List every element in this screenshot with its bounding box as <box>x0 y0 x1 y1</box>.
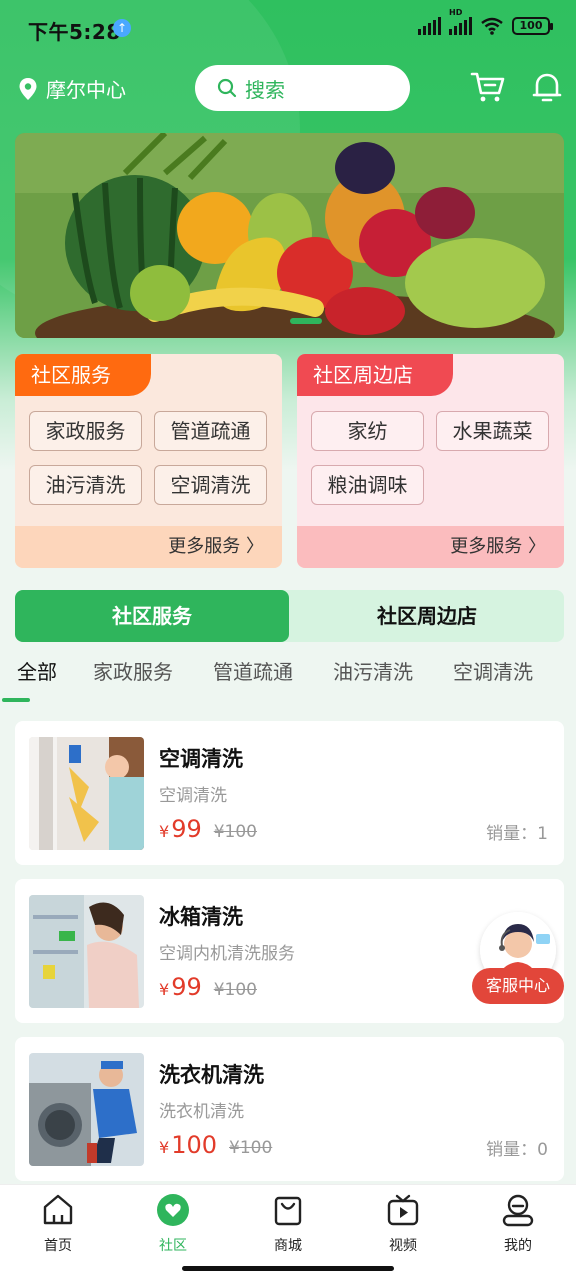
price-value: 99 <box>171 815 202 843</box>
battery-level: 100 <box>519 19 543 32</box>
category-tabs: 全部 家政服务 管道疏通 油污清洗 空调清洗 <box>0 656 576 704</box>
nearby-shops-card: 社区周边店 家纺 水果蔬菜 粮油调味 更多服务 〉 <box>297 354 564 568</box>
item-price: ¥100 ¥100 <box>159 1131 272 1159</box>
original-price: ¥100 <box>213 822 257 842</box>
profile-icon <box>502 1194 534 1227</box>
item-subtitle: 洗衣机清洗 <box>159 1102 244 1122</box>
chip-fruits-vegetables[interactable]: 水果蔬菜 <box>436 411 549 451</box>
more-services-link[interactable]: 更多服务 〉 <box>15 526 282 568</box>
upload-arrow-icon: ↑ <box>113 19 131 37</box>
chip-pipe-dredging[interactable]: 管道疏通 <box>154 411 267 451</box>
price-value: 99 <box>171 973 202 1001</box>
item-title: 洗衣机清洗 <box>159 1063 264 1087</box>
sales-count: 销量：1 <box>486 824 548 844</box>
fruit-basket-image <box>15 133 564 338</box>
tab-mall[interactable]: 商城 <box>248 1193 328 1255</box>
top-bar: 摩尔中心 搜索 <box>0 64 576 112</box>
cart-icon[interactable] <box>470 70 506 104</box>
original-price: ¥100 <box>213 980 257 1000</box>
tab-community-service[interactable]: 社区服务 <box>15 590 289 642</box>
status-bar: 下午5:28 ↑ HD 100 <box>0 0 576 56</box>
item-subtitle: 空调清洗 <box>159 786 227 806</box>
price-value: 100 <box>171 1131 217 1159</box>
chip-ac-cleaning[interactable]: 空调清洗 <box>154 465 267 505</box>
item-price: ¥99 ¥100 <box>159 973 257 1001</box>
network-type-label: HD <box>449 8 463 17</box>
list-item[interactable]: 洗衣机清洗 洗衣机清洗 ¥100 ¥100 销量：0 <box>15 1037 564 1181</box>
tab-video[interactable]: 视频 <box>363 1193 443 1255</box>
currency-symbol: ¥ <box>159 822 170 841</box>
customer-service-button[interactable]: 客服中心 <box>472 912 564 1004</box>
item-subtitle: 空调内机清洗服务 <box>159 944 295 964</box>
category-grease-cleaning[interactable]: 油污清洗 <box>333 656 413 685</box>
signal-icon <box>418 17 441 35</box>
location-selector[interactable]: 摩尔中心 <box>18 74 126 103</box>
search-icon <box>217 78 237 98</box>
original-price: ¥100 <box>229 1138 273 1158</box>
customer-service-label: 客服中心 <box>472 968 564 1004</box>
wifi-icon <box>481 17 503 35</box>
item-image <box>29 1053 144 1166</box>
category-pipe-dredging[interactable]: 管道疏通 <box>213 656 293 685</box>
more-services-link[interactable]: 更多服务 〉 <box>297 526 564 568</box>
community-service-card: 社区服务 家政服务 管道疏通 油污清洗 空调清洗 更多服务 〉 <box>15 354 282 568</box>
search-placeholder: 搜索 <box>245 77 285 102</box>
hd-signal-icon: HD <box>449 8 472 35</box>
chip-grease-cleaning[interactable]: 油污清洗 <box>29 465 142 505</box>
chip-home-textiles[interactable]: 家纺 <box>311 411 424 451</box>
item-title: 冰箱清洗 <box>159 905 243 929</box>
section-switch: 社区服务 社区周边店 <box>15 590 564 642</box>
search-input[interactable]: 搜索 <box>195 65 410 111</box>
tab-home[interactable]: 首页 <box>18 1193 98 1255</box>
currency-symbol: ¥ <box>159 1138 170 1157</box>
location-label: 摩尔中心 <box>46 78 126 102</box>
banner-page-indicator <box>290 318 322 324</box>
category-all[interactable]: 全部 <box>17 656 57 685</box>
video-icon <box>387 1194 419 1226</box>
card-title: 社区服务 <box>15 354 151 396</box>
list-item[interactable]: 空调清洗 空调清洗 ¥99 ¥100 销量：1 <box>15 721 564 865</box>
card-title: 社区周边店 <box>297 354 453 396</box>
home-icon <box>43 1194 73 1225</box>
item-title: 空调清洗 <box>159 747 243 771</box>
status-time: 下午5:28 <box>28 20 121 44</box>
currency-symbol: ¥ <box>159 980 170 999</box>
tab-label: 社区 <box>159 1238 187 1254</box>
chip-grain-oil[interactable]: 粮油调味 <box>311 465 424 505</box>
tab-community[interactable]: 社区 <box>133 1193 213 1255</box>
shopping-bag-icon <box>274 1196 302 1226</box>
promo-banner[interactable] <box>15 133 564 338</box>
tab-label: 首页 <box>44 1238 72 1254</box>
tab-label: 我的 <box>504 1238 532 1254</box>
location-pin-icon <box>19 77 37 100</box>
item-image <box>29 737 144 850</box>
active-category-indicator <box>2 698 30 702</box>
home-indicator <box>182 1266 394 1271</box>
category-housekeeping[interactable]: 家政服务 <box>93 656 173 685</box>
item-price: ¥99 ¥100 <box>159 815 257 843</box>
battery-icon: 100 <box>512 17 553 35</box>
tab-profile[interactable]: 我的 <box>478 1193 558 1255</box>
sales-count: 销量：0 <box>486 1140 548 1160</box>
tab-label: 视频 <box>389 1238 417 1254</box>
chip-housekeeping[interactable]: 家政服务 <box>29 411 142 451</box>
community-icon <box>157 1194 189 1226</box>
bell-icon[interactable] <box>532 70 562 104</box>
item-image <box>29 895 144 1008</box>
tab-nearby-shops[interactable]: 社区周边店 <box>290 590 564 642</box>
category-ac-cleaning[interactable]: 空调清洗 <box>453 656 533 685</box>
tab-label: 商城 <box>274 1238 302 1254</box>
